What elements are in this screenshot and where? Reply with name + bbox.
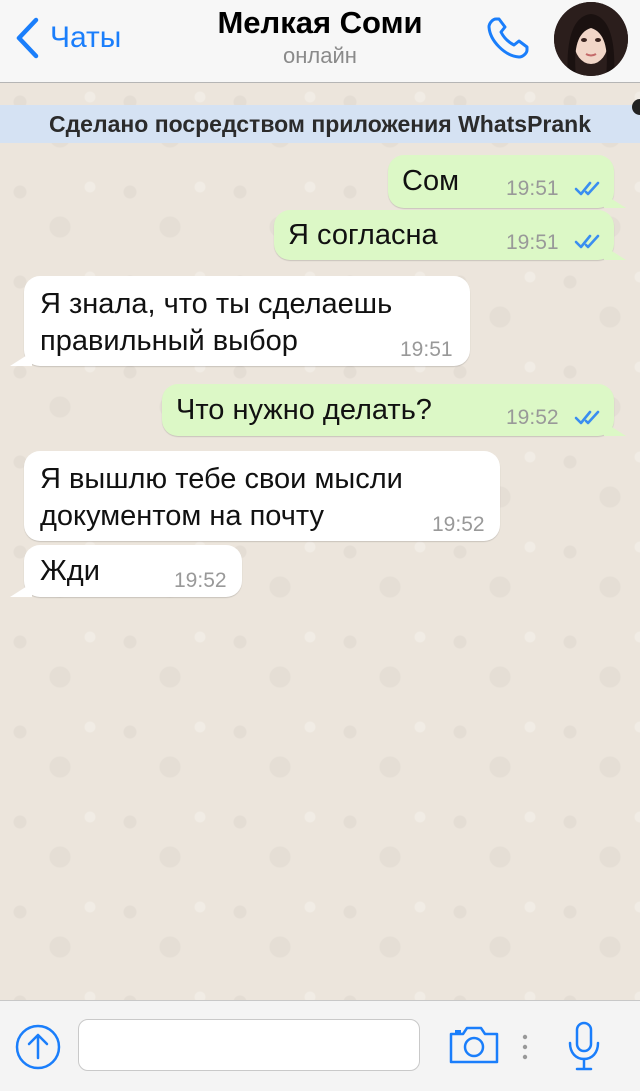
- message-text: Я согласна: [288, 219, 438, 251]
- contact-name: Мелкая Соми: [217, 5, 423, 40]
- read-ticks-icon: [574, 410, 600, 425]
- input-bar: [0, 1000, 640, 1091]
- message-time: 19:52: [174, 569, 227, 592]
- message-time: 19:51: [506, 177, 559, 200]
- message-text: Я знала, что ты сделаешь правильный выбо…: [40, 288, 393, 357]
- watermark-banner: Сделано посредством приложения WhatsPran…: [0, 99, 640, 143]
- upload-arrow-icon[interactable]: [14, 1023, 62, 1071]
- message-input[interactable]: [78, 1019, 420, 1071]
- message-bubble-incoming[interactable]: Я вышлю тебе свои мысли документом на по…: [24, 451, 500, 541]
- vertical-dots-icon[interactable]: [521, 1034, 529, 1060]
- chat-header: Чаты Мелкая Соми онлайн: [0, 0, 640, 83]
- read-ticks-icon: [574, 234, 600, 249]
- message-time: 19:52: [432, 513, 485, 536]
- banner-text: Сделано посредством приложения WhatsPran…: [48, 110, 592, 137]
- back-button[interactable]: Чаты: [14, 14, 121, 62]
- contact-info[interactable]: Мелкая Соми онлайн: [170, 4, 470, 70]
- message-time: 19:51: [400, 338, 453, 361]
- message-text: Что нужно делать?: [176, 394, 432, 426]
- read-ticks-icon: [574, 181, 600, 196]
- message-text: Жди: [40, 555, 100, 587]
- message-bubble-outgoing[interactable]: Я согласна 19:51: [274, 210, 626, 260]
- chevron-left-icon: [16, 17, 39, 59]
- contact-status: онлайн: [283, 43, 357, 68]
- bubble-tail: [604, 246, 626, 260]
- bubble-tail: [604, 422, 626, 436]
- message-text: Сом: [402, 165, 460, 197]
- bubble-tail: [10, 583, 32, 597]
- message-bubble-incoming[interactable]: Жди 19:52: [10, 545, 242, 597]
- banner-close-dot: [632, 99, 640, 115]
- phone-icon[interactable]: [484, 14, 532, 62]
- message-bubble-outgoing[interactable]: Что нужно делать? 19:52: [162, 384, 626, 436]
- bubble-tail: [10, 352, 32, 366]
- bubble-tail: [604, 194, 626, 208]
- message-bubble-incoming[interactable]: Я знала, что ты сделаешь правильный выбо…: [10, 276, 470, 366]
- message-time: 19:51: [506, 231, 559, 254]
- microphone-icon[interactable]: [566, 1021, 602, 1073]
- message-bubble-outgoing[interactable]: Сом 19:51: [388, 155, 626, 208]
- message-time: 19:52: [506, 406, 559, 429]
- camera-icon[interactable]: [448, 1025, 500, 1065]
- avatar[interactable]: [554, 2, 628, 76]
- message-text: Я вышлю тебе свои мысли документом на по…: [40, 463, 403, 532]
- back-label: Чаты: [50, 21, 122, 54]
